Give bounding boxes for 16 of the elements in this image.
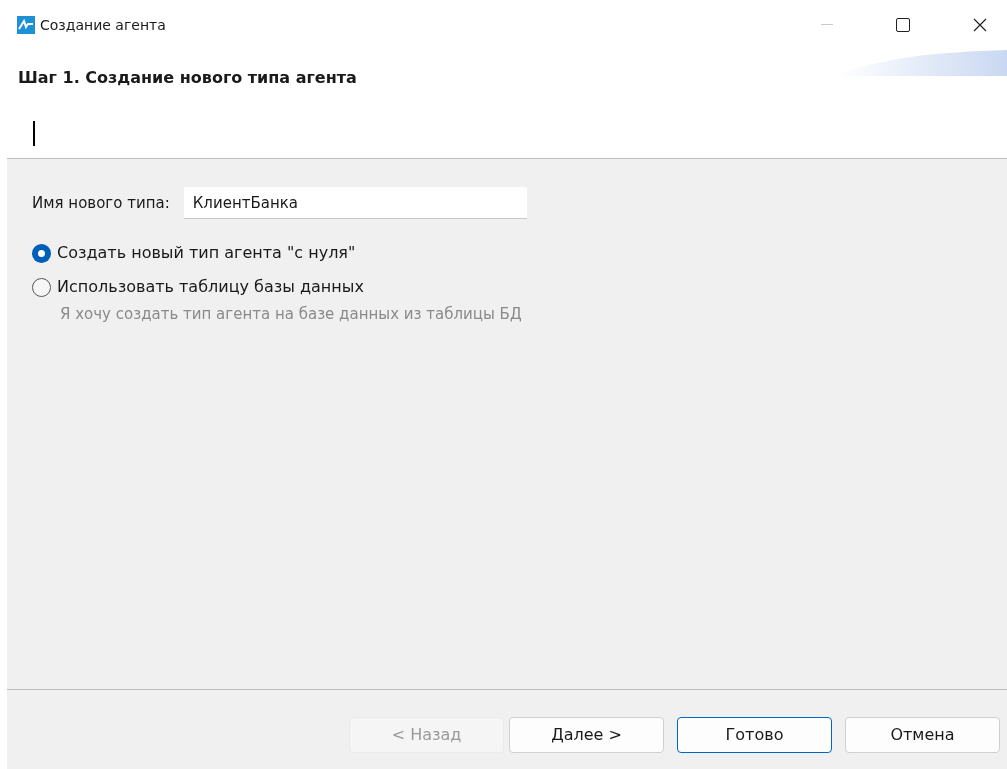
close-icon[interactable]: [973, 18, 987, 32]
name-input[interactable]: КлиентБанка: [183, 187, 527, 219]
window-title: Создание агента: [40, 15, 166, 35]
option-description: Я хочу создать тип агента на базе данных из таблицы БД: [60, 304, 523, 325]
dialog-button[interactable]: Готово: [677, 716, 832, 753]
dialog-button[interactable]: Далее >: [509, 716, 664, 753]
option-label[interactable]: Использовать таблицу базы данных: [57, 275, 364, 299]
option-label[interactable]: Создать новый тип агента "с нуля": [57, 241, 356, 265]
maximize-icon[interactable]: [896, 18, 910, 32]
radio-button[interactable]: [32, 243, 51, 263]
step-title: Шаг 1. Создание нового типа агента: [18, 68, 357, 87]
app-logo-icon: [17, 16, 35, 34]
text-cursor: [33, 121, 35, 146]
radio-button[interactable]: [32, 277, 51, 297]
dialog-button[interactable]: Отмена: [845, 716, 1000, 753]
field-label: Имя нового типа:: [32, 192, 170, 214]
